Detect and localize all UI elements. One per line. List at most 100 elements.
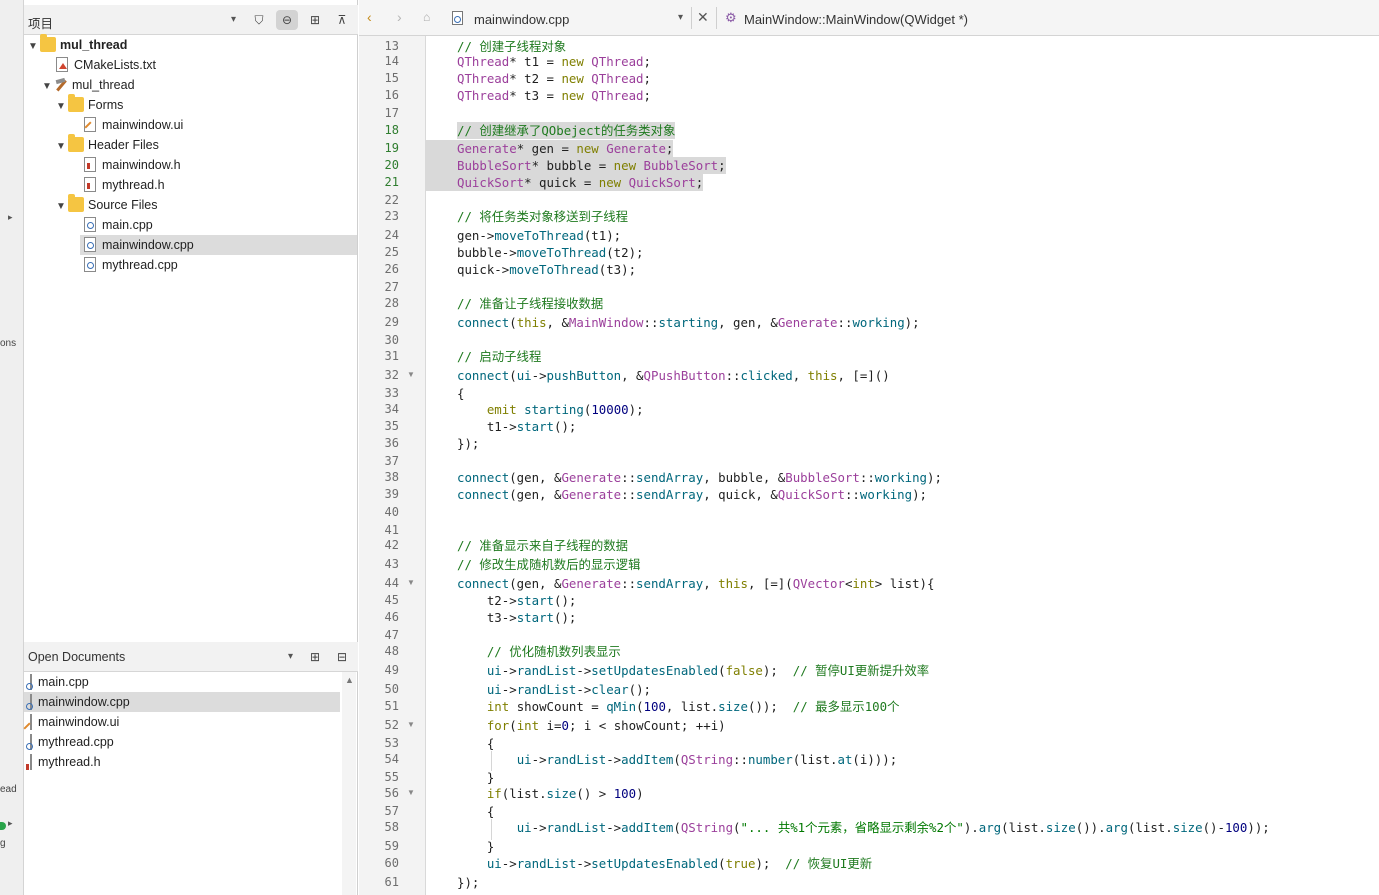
run-status-icon[interactable] [0,822,6,830]
selection-highlight [425,157,457,174]
split-add-icon[interactable]: ⊞ [304,10,326,30]
header-file-icon [84,157,96,172]
line-number: 50 [384,682,399,696]
tree-item-root-project[interactable]: ▼ mul_thread [26,34,356,57]
fold-marker-icon[interactable]: ▼ [407,720,415,729]
chevron-down-icon[interactable]: ▾ [231,14,236,25]
line-number: 31 [384,349,399,363]
code-line: Generate* gen = new Generate; [457,140,674,157]
tree-item-mythread-h[interactable]: mythread.h [82,175,356,195]
lock-icon[interactable]: ⌂ [423,10,430,24]
filter-icon[interactable]: ⛉ [248,10,270,30]
fold-marker-icon[interactable]: ▼ [407,578,415,587]
tree-item-forms[interactable]: ▼ Forms [54,94,356,117]
line-number: 29 [384,315,399,329]
code-line: gen->moveToThread(t1); [457,228,622,243]
chevron-down-icon[interactable]: ▼ [54,97,68,117]
folder-icon [68,194,84,212]
open-doc-main-cpp[interactable]: main.cpp [24,672,340,692]
tree-item-mainwindow-cpp[interactable]: mainwindow.cpp [80,235,357,255]
go-back-icon[interactable]: ‹ [367,9,372,25]
chevron-down-icon[interactable]: ▾ [288,651,293,662]
open-doc-mainwindow-ui[interactable]: mainwindow.ui [24,712,340,732]
chevron-down-icon[interactable]: ▼ [26,37,40,57]
line-number: 54 [384,752,399,766]
tree-item-mainwindow-ui[interactable]: mainwindow.ui [82,115,356,135]
cmake-file-icon [56,57,68,72]
tree-item-mythread-cpp[interactable]: mythread.cpp [82,255,356,275]
mode-label-fragment[interactable]: ons [0,338,16,349]
folder-icon [68,134,84,152]
code-line: // 准备让子线程接收数据 [457,296,604,311]
run-arrow-icon[interactable]: ▸ [8,818,13,829]
tree-item-header-files[interactable]: ▼ Header Files [54,134,356,157]
line-number: 36 [384,436,399,450]
chevron-down-icon[interactable]: ▼ [54,197,68,217]
code-line: quick->moveToThread(t3); [457,262,637,277]
code-line: // 启动子线程 [457,349,542,364]
ui-file-icon [30,714,32,730]
cpp-file-icon [84,217,96,232]
line-number: 22 [384,193,399,207]
tree-item-main-cpp[interactable]: main.cpp [82,215,356,235]
code-line: }); [457,436,480,451]
open-documents-combo[interactable]: Open Documents [28,650,125,664]
mode-label-fragment[interactable]: ead [0,784,17,795]
line-number: 55 [384,770,399,784]
chevron-down-icon[interactable]: ▼ [54,137,68,157]
toolbar-divider [716,7,717,29]
chevron-down-icon[interactable]: ▼ [40,77,54,97]
line-number: 40 [384,505,399,519]
code-line: int showCount = qMin(100, list.size()); … [486,699,900,714]
line-number: 25 [384,245,399,259]
close-document-icon[interactable]: ✕ [697,9,709,26]
fold-marker-icon[interactable]: ▼ [407,788,415,797]
open-documents-scrollbar[interactable]: ▲ [342,672,356,895]
symbol-combo[interactable]: MainWindow::MainWindow(QWidget *) [744,12,968,27]
code-line: connect(gen, &Generate::sendArray, this,… [457,576,935,591]
line-number: 61 [384,875,399,889]
code-line: }); [457,875,480,890]
line-number: 20 [384,158,399,172]
line-number: 51 [384,699,399,713]
close-pane-icon[interactable]: ⊟ [331,647,353,667]
indent-guide [491,751,492,771]
line-number: 26 [384,262,399,276]
tree-item-mainwindow-h[interactable]: mainwindow.h [82,155,356,175]
go-forward-icon[interactable]: › [397,9,402,25]
mode-label-fragment[interactable]: g [0,838,6,849]
line-number: 38 [384,470,399,484]
code-line: { [457,804,495,819]
tree-item-cmakelists[interactable]: CMakeLists.txt [54,55,356,75]
folder-icon [68,94,84,112]
chevron-down-icon[interactable]: ▾ [678,12,683,23]
code-line: if(list.size() > 100) [486,786,644,801]
line-number: 42 [384,538,399,552]
mode-sidebar: ▸ ons ead ▸ g [0,0,24,895]
tree-item-build-target[interactable]: ▼ mul_thread [40,75,356,95]
open-doc-mainwindow-cpp[interactable]: mainwindow.cpp [24,692,340,712]
line-number: 35 [384,419,399,433]
tree-item-source-files[interactable]: ▼ Source Files [54,194,356,217]
project-view-combo[interactable]: 项目 [28,13,53,32]
code-line: // 优化随机数列表显示 [486,644,621,659]
symbol-icon: ⚙ [725,10,737,25]
expand-arrow-icon[interactable]: ▸ [8,212,13,223]
open-documents-header: Open Documents ▾ ⊞ ⊟ [24,642,358,672]
current-file-combo[interactable]: mainwindow.cpp [474,12,569,27]
scroll-up-icon[interactable]: ▲ [345,675,354,685]
header-file-icon [84,177,96,192]
code-editor[interactable]: // 创建子线程对象 QThread* t1 = new QThread; QThr… [425,36,1379,895]
split-add-icon[interactable]: ⊞ [304,647,326,667]
link-editor-icon[interactable]: ⊖ [276,10,298,30]
code-line: ui->randList->addItem(QString::number(li… [516,752,898,767]
line-number-gutter[interactable]: 13 14 15 16 17 18 19 20 21 22 23 24 25 26 27 28 29 30 31 32… [359,36,426,895]
open-doc-mythread-h[interactable]: mythread.h [24,752,340,772]
fold-marker-icon[interactable]: ▼ [407,370,415,379]
line-number: 46 [384,610,399,624]
code-line: bubble->moveToThread(t2); [457,245,644,260]
open-doc-mythread-cpp[interactable]: mythread.cpp [24,732,340,752]
line-number: 32 [384,368,399,382]
collapse-pane-icon[interactable]: ⊼ [331,10,353,30]
line-number: 19 [384,141,399,155]
